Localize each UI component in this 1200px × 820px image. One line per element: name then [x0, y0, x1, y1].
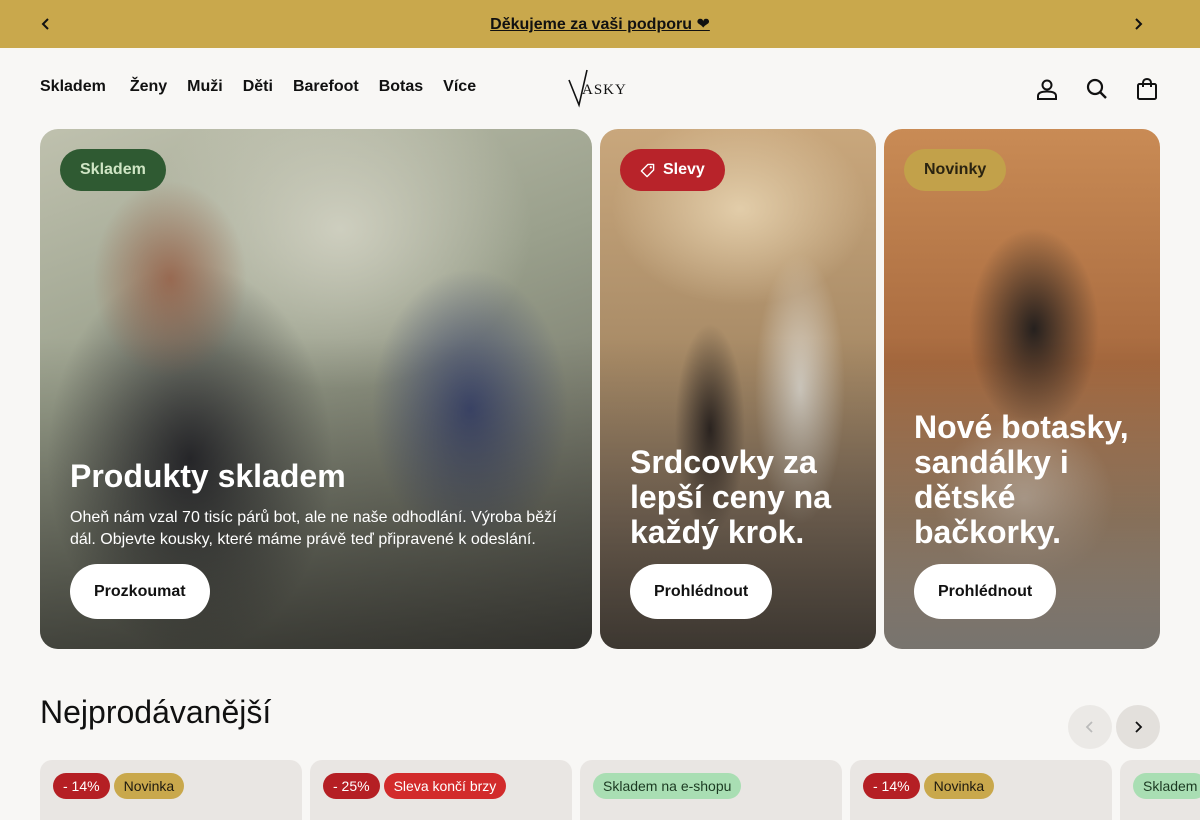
header-icons: [1034, 76, 1160, 102]
discount-badge: - 14%: [53, 773, 110, 799]
product-card[interactable]: - 14% Novinka: [40, 760, 302, 820]
nav-item-label: Skladem: [40, 78, 106, 95]
announcement-bar: Děkujeme za vaši podporu ❤: [0, 0, 1200, 48]
chevron-left-icon: [1085, 721, 1093, 733]
product-card[interactable]: Skladem: [1120, 760, 1200, 820]
nav-item-vice[interactable]: Více: [443, 78, 476, 96]
nav-item-barefoot[interactable]: Barefoot: [293, 78, 359, 96]
nav-item-label: Více: [443, 78, 477, 95]
nav-item-label: Botas: [378, 78, 424, 95]
nav-item-label: Ženy: [129, 78, 168, 95]
nav-item-muzi[interactable]: Muži: [187, 78, 223, 96]
browse-button[interactable]: Prohlédnout: [914, 564, 1057, 619]
chevron-left-icon[interactable]: [36, 14, 56, 34]
logo-mark: ASKY: [568, 69, 627, 108]
hero-card-slevy[interactable]: Slevy Srdcovky za lepší ceny na každý kr…: [600, 129, 876, 649]
in-stock-badge: Skladem: [1133, 773, 1200, 799]
hero-card-skladem[interactable]: Skladem Produkty skladem Oheň nám vzal 7…: [40, 129, 592, 649]
announcement-link[interactable]: Děkujeme za vaši podporu ❤: [490, 14, 710, 34]
product-card[interactable]: - 25% Sleva končí brzy: [310, 760, 572, 820]
vasky-logo[interactable]: ASKY: [566, 68, 634, 108]
chevron-right-icon[interactable]: [1128, 14, 1148, 34]
account-icon[interactable]: [1034, 76, 1060, 102]
section-title: Nejprodávanější: [40, 694, 272, 730]
hero-title: Srdcovky za lepší ceny na každý krok.: [630, 444, 831, 550]
new-badge: Novinka: [923, 773, 995, 799]
nav-item-skladem[interactable]: Skladem: [40, 78, 110, 96]
discount-badge: - 25%: [323, 773, 380, 799]
browse-button[interactable]: Prohlédnout: [630, 564, 773, 619]
carousel-next-button[interactable]: [1116, 705, 1160, 749]
hero-badge: Novinky: [904, 149, 1007, 191]
new-badge: Novinka: [113, 773, 185, 799]
hero-card-novinky[interactable]: Novinky Nové botasky, sandálky i dětské …: [884, 129, 1160, 649]
chevron-right-icon: [1135, 721, 1143, 733]
product-card[interactable]: - 14% Novinka: [850, 760, 1112, 820]
hero-badge: Slevy: [620, 149, 725, 191]
svg-text:ASKY: ASKY: [582, 82, 627, 98]
in-stock-badge: Skladem na e-shopu: [593, 773, 742, 799]
search-icon[interactable]: [1084, 76, 1110, 102]
sale-ending-badge: Sleva končí brzy: [383, 773, 507, 799]
nav-item-label: Barefoot: [292, 78, 359, 95]
hero-title: Produkty skladem: [70, 458, 346, 494]
nav-item-deti[interactable]: Děti: [243, 78, 273, 96]
hero-title: Nové botasky, sandálky i dětské bačkorky…: [914, 409, 1129, 550]
bag-icon[interactable]: [1134, 76, 1160, 102]
carousel-prev-button[interactable]: [1068, 705, 1112, 749]
nav-item-label: Muži: [187, 78, 223, 95]
nav-item-zeny[interactable]: Ženy: [130, 78, 167, 96]
discount-badge: - 14%: [863, 773, 920, 799]
main-nav: Skladem Ženy Muži Děti Barefoot Botas Ví…: [40, 78, 476, 96]
nav-item-label: Děti: [242, 78, 273, 95]
hero-description: Oheň nám vzal 70 tisíc párů bot, ale ne …: [70, 509, 557, 548]
nav-item-botas[interactable]: Botas: [379, 78, 423, 96]
explore-button[interactable]: Prozkoumat: [70, 564, 210, 619]
hero-badge: Skladem: [60, 149, 166, 191]
tag-icon: [640, 163, 655, 177]
site-header: Skladem Ženy Muži Děti Barefoot Botas Ví…: [0, 48, 1200, 129]
hero-badge-label: Slevy: [663, 161, 705, 178]
product-card[interactable]: Skladem na e-shopu: [580, 760, 842, 820]
